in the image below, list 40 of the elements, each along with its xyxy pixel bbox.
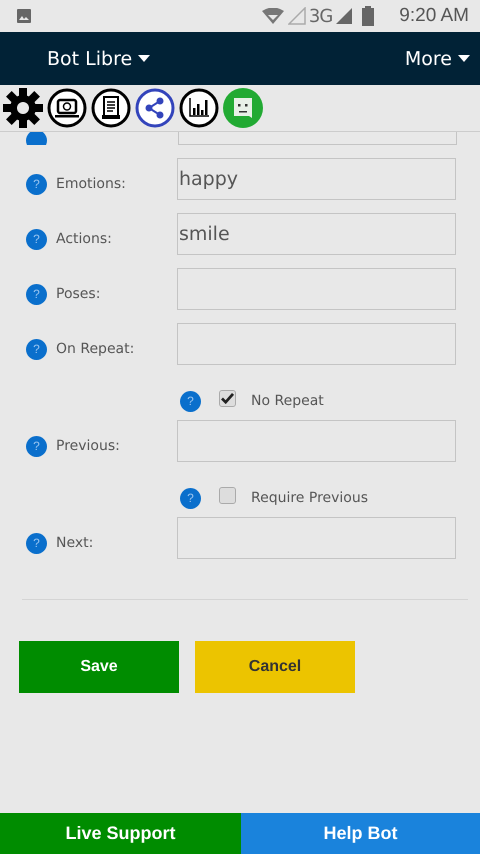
clock: 9:20 AM bbox=[399, 5, 469, 27]
field-label: Actions: bbox=[56, 231, 112, 247]
field-label: Emotions: bbox=[56, 176, 126, 192]
caret-icon bbox=[458, 55, 470, 62]
help-icon[interactable]: ? bbox=[180, 390, 201, 412]
help-icon[interactable]: ? bbox=[26, 338, 47, 360]
input-field[interactable]: smile bbox=[177, 213, 456, 255]
battery-icon bbox=[362, 6, 374, 26]
signal-icon bbox=[288, 7, 306, 25]
field-label: On Repeat: bbox=[56, 341, 134, 357]
laptop-icon[interactable] bbox=[47, 88, 87, 128]
more-menu-button[interactable]: More bbox=[404, 48, 470, 70]
save-button[interactable]: Save bbox=[19, 641, 179, 693]
field-label: Poses: bbox=[56, 286, 100, 302]
app-menu-button[interactable]: Bot Libre bbox=[47, 48, 150, 70]
wifi-icon bbox=[260, 8, 285, 24]
network-label: 3G bbox=[308, 6, 332, 26]
input-field[interactable]: happy bbox=[177, 158, 456, 200]
caret-icon bbox=[138, 55, 150, 62]
cancel-button[interactable]: Cancel bbox=[195, 641, 355, 693]
help-icon[interactable]: ? bbox=[26, 228, 47, 250]
help-bot-button[interactable]: Help Bot bbox=[241, 813, 480, 854]
checkbox[interactable] bbox=[219, 390, 236, 406]
help-icon[interactable]: ? bbox=[26, 532, 47, 554]
document-icon[interactable] bbox=[91, 88, 131, 128]
help-icon[interactable]: ? bbox=[26, 436, 47, 456]
signal-icon bbox=[335, 7, 354, 25]
checkbox[interactable] bbox=[219, 486, 236, 504]
share-icon[interactable] bbox=[135, 88, 175, 128]
help-icon[interactable]: ? bbox=[26, 174, 47, 194]
field-label: Previous: bbox=[56, 438, 120, 454]
live-support-button[interactable]: Live Support bbox=[0, 813, 241, 854]
gear-icon[interactable] bbox=[3, 88, 43, 128]
bar-chart-icon[interactable] bbox=[179, 88, 219, 128]
checkbox-label: Require Previous bbox=[251, 490, 368, 506]
field-label: Next: bbox=[56, 535, 94, 551]
image-icon bbox=[16, 8, 32, 24]
checkbox-label: No Repeat bbox=[251, 393, 324, 409]
help-icon[interactable]: ? bbox=[180, 488, 201, 508]
help-icon[interactable]: ? bbox=[26, 284, 47, 304]
